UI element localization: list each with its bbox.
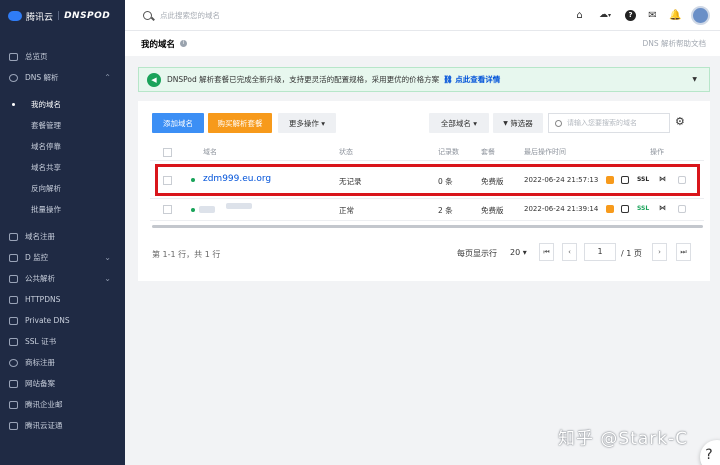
watermark: 知乎 @Stark-C (558, 429, 689, 449)
page-header: 我的域名 i DNS 解析帮助文档 (125, 31, 720, 56)
buy-package-button[interactable]: 购买解析套餐 (208, 113, 272, 133)
sidebar-item-sharing[interactable]: 域名共享 (0, 157, 125, 178)
col-status: 状态 (339, 148, 353, 156)
package-upgrade-icon[interactable] (606, 205, 614, 213)
col-records: 记录数 (438, 148, 459, 156)
sidebar-item-batch[interactable]: 批量操作 (0, 199, 125, 220)
total-pages: / 1 页 (621, 249, 642, 258)
filter-button[interactable]: ▼ 筛选器 (493, 113, 543, 133)
pagination-summary: 第 1-1 行，共 1 行 (152, 250, 221, 259)
link-icon[interactable]: ⋈ (659, 204, 666, 212)
more-ops-icon[interactable] (678, 205, 686, 213)
last-op-time: 2022-06-24 21:39:14 (524, 205, 599, 213)
home-icon[interactable]: ⌂ (574, 10, 585, 21)
row-checkbox[interactable] (163, 205, 172, 214)
lock-icon (9, 316, 18, 325)
notice-banner: ◀ DNSPod 解析套餐已完成全新升级，支持更灵活的配置规格，采用更优的价格方… (138, 67, 710, 92)
notice-link[interactable]: ⛓ 点此查看详情 (443, 74, 500, 85)
sidebar-item-mail[interactable]: 腾讯企业邮 (0, 394, 125, 415)
sidebar-item-public-dns[interactable]: 公共解析 ⌄ (0, 268, 125, 289)
sidebar-item-packages[interactable]: 套餐管理 (0, 115, 125, 136)
first-page-button[interactable]: ⏮ (539, 243, 554, 261)
prev-page-button[interactable]: ‹ (562, 243, 577, 261)
tencent-cloud-icon (8, 11, 22, 21)
select-all-checkbox[interactable] (163, 148, 172, 157)
help-fab[interactable]: ? (700, 440, 720, 465)
ssl-icon[interactable]: SSL (637, 205, 649, 212)
per-page-label: 每页显示行 (457, 249, 497, 258)
next-page-button[interactable]: › (652, 243, 667, 261)
blurred-domain (199, 206, 215, 213)
sidebar-nav: 总览页 DNS 解析 ⌃ 我的域名 套餐管理 域名停靠 域名共享 反向解析 批量… (0, 32, 125, 436)
brand-name-cn: 腾讯云 (26, 12, 54, 23)
status-text: 正常 (339, 206, 354, 215)
sidebar-item-registration[interactable]: 域名注册 (0, 226, 125, 247)
sidebar-item-trademark[interactable]: 商标注册 (0, 352, 125, 373)
all-domains-select[interactable]: 全部域名 ▾ (429, 113, 489, 133)
chevron-up-icon: ⌃ (104, 73, 111, 82)
horizontal-scrollbar[interactable] (152, 225, 703, 228)
per-page-select[interactable]: 20 ▾ (510, 248, 527, 257)
status-dot (191, 208, 195, 212)
filter-icon: ▼ (503, 119, 508, 127)
table-icon[interactable] (621, 205, 629, 213)
record-count: 2 条 (438, 206, 453, 215)
sidebar-item-icp[interactable]: 网站备案 (0, 373, 125, 394)
chevron-down-icon: ⌄ (104, 274, 111, 283)
record-icon (9, 379, 18, 388)
sidebar-item-my-domains[interactable]: 我的域名 (0, 94, 125, 115)
sidebar-item-cert-pass[interactable]: 腾讯云证通 (0, 415, 125, 436)
info-icon[interactable]: i (180, 40, 188, 47)
nodes-icon (9, 295, 18, 304)
collapse-icon[interactable]: ▼ (692, 76, 697, 83)
sidebar-item-monitor[interactable]: D 监控 ⌄ (0, 247, 125, 268)
col-package: 套餐 (481, 148, 495, 156)
certificate-icon (9, 337, 18, 346)
sidebar-item-parking[interactable]: 域名停靠 (0, 136, 125, 157)
dashboard-icon (9, 52, 18, 61)
mail-icon (9, 400, 18, 409)
more-actions-button[interactable]: 更多操作 ▾ (278, 113, 336, 133)
notice-message: DNSPod 解析套餐已完成全新升级，支持更灵活的配置规格，采用更优的价格方案 (167, 75, 440, 84)
globe-icon (9, 73, 18, 82)
page-title: 我的域名 (141, 39, 176, 50)
help-icon[interactable]: ? (625, 10, 636, 21)
doc-link[interactable]: DNS 解析帮助文档 (642, 38, 706, 49)
search-icon[interactable] (143, 10, 152, 20)
col-last-op: 最后操作时间 (524, 148, 566, 156)
trademark-icon (9, 358, 18, 367)
col-domain: 域名 (203, 148, 217, 156)
monitor-icon (9, 253, 18, 262)
global-search-input[interactable]: 点此搜索您的域名 (160, 10, 220, 21)
blurred-domain (226, 203, 252, 209)
last-page-button[interactable]: ⏭ (676, 243, 691, 261)
id-icon (9, 421, 18, 430)
sidebar-item-httpdns[interactable]: HTTPDNS (0, 289, 125, 310)
package-name: 免费版 (481, 206, 504, 215)
chevron-down-icon: ⌄ (104, 253, 111, 262)
wechat-icon[interactable]: ✉ (647, 10, 658, 21)
sidebar-item-overview[interactable]: 总览页 (0, 46, 125, 67)
network-icon (9, 274, 18, 283)
speaker-icon: ◀ (147, 72, 161, 87)
sidebar-item-reverse[interactable]: 反向解析 (0, 178, 125, 199)
page-input[interactable]: 1 (584, 243, 616, 261)
card-icon (9, 232, 18, 241)
cloud-menu-icon[interactable]: ☁▾ (596, 10, 614, 21)
col-ops: 操作 (650, 148, 664, 156)
top-bar: 点此搜索您的域名 ⌂ ☁▾ ? ✉ 🔔 (125, 0, 720, 31)
search-icon (555, 119, 562, 127)
highlight-box (155, 164, 700, 196)
brand-logo[interactable]: 腾讯云 | DNSPOD (0, 0, 125, 32)
settings-gear-icon[interactable]: ⚙ (675, 116, 685, 128)
sidebar-item-private-dns[interactable]: Private DNS (0, 310, 125, 331)
brand-name-en: DNSPOD (64, 11, 111, 21)
sidebar: 腾讯云 | DNSPOD 总览页 DNS 解析 ⌃ 我的域名 套餐管理 域名停靠… (0, 0, 125, 465)
sidebar-item-ssl[interactable]: SSL 证书 (0, 331, 125, 352)
bell-icon[interactable]: 🔔 (669, 10, 681, 21)
add-domain-button[interactable]: 添加域名 (152, 113, 204, 133)
domain-search-input[interactable]: 请输入您要搜索的域名 (548, 113, 670, 133)
avatar[interactable] (691, 6, 710, 25)
sidebar-item-dns[interactable]: DNS 解析 ⌃ (0, 67, 125, 88)
